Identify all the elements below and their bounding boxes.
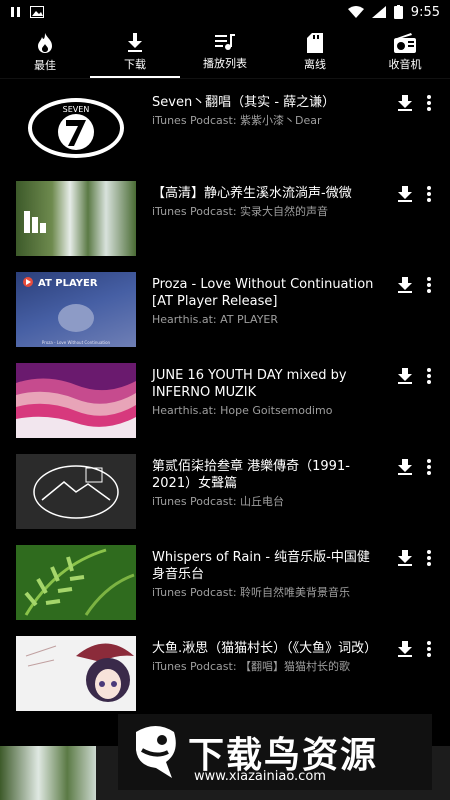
more-options-icon[interactable] xyxy=(422,185,436,203)
more-options-icon[interactable] xyxy=(422,367,436,385)
list-item[interactable]: SEVEN Seven丶翻唱（其实 - 薛之谦） iTunes Podcast:… xyxy=(0,86,450,177)
more-options-icon[interactable] xyxy=(422,458,436,476)
tab-radio[interactable]: 收音机 xyxy=(360,26,450,78)
more-options-icon[interactable] xyxy=(422,94,436,112)
more-options-icon[interactable] xyxy=(422,549,436,567)
more-options-icon[interactable] xyxy=(422,640,436,658)
item-title: 【高清】静心养生溪水流淌声-微微 xyxy=(152,186,352,201)
tab-label: 离线 xyxy=(304,57,326,71)
pause-icon xyxy=(11,7,20,17)
download-icon[interactable] xyxy=(396,640,414,658)
item-subtitle: iTunes Podcast: 实录大自然的声音 xyxy=(152,205,329,218)
download-icon[interactable] xyxy=(396,276,414,294)
thumb-seven-text: SEVEN xyxy=(63,105,90,114)
signal-icon xyxy=(371,6,386,18)
tab-downloads[interactable]: 下载 xyxy=(90,26,180,78)
thumb-atplayer-text: AT PLAYER xyxy=(38,278,98,289)
tab-playlists[interactable]: 播放列表 xyxy=(180,26,270,78)
status-bar: 9:55 xyxy=(0,0,450,24)
radio-icon xyxy=(394,32,416,53)
download-icon[interactable] xyxy=(396,94,414,112)
tab-best[interactable]: 最佳 xyxy=(0,26,90,78)
download-list: SEVEN Seven丶翻唱（其实 - 薛之谦） iTunes Podcast:… xyxy=(0,86,450,723)
item-title: Proza - Love Without Continuation [AT Pl… xyxy=(152,277,374,309)
sd-card-icon xyxy=(307,32,323,53)
clock: 9:55 xyxy=(410,4,440,20)
list-item[interactable]: 大鱼.湫思（猫猫村长）（《大鱼》词改） iTunes Podcast: 【翻唱】… xyxy=(0,632,450,723)
download-icon[interactable] xyxy=(396,549,414,567)
wifi-icon xyxy=(347,6,364,18)
tab-label: 下载 xyxy=(124,57,146,71)
mini-player-thumbnail xyxy=(0,746,96,800)
thumbnail xyxy=(16,636,136,711)
tab-label: 最佳 xyxy=(34,58,56,72)
tab-bar: 最佳 下载 播放列表 离线 收音机 xyxy=(0,26,450,79)
list-item[interactable]: 【高清】静心养生溪水流淌声-微微 iTunes Podcast: 实录大自然的声… xyxy=(0,177,450,268)
image-icon xyxy=(30,6,44,18)
tab-label: 收音机 xyxy=(388,57,422,71)
bird-logo-icon xyxy=(136,726,176,778)
list-item[interactable]: AT PLAYER Proza - Love Without Continuat… xyxy=(0,268,450,359)
download-icon xyxy=(128,32,142,52)
thumbnail: SEVEN xyxy=(16,90,136,165)
download-icon[interactable] xyxy=(396,185,414,203)
thumbnail xyxy=(16,181,136,256)
item-title: JUNE 16 YOUTH DAY mixed by INFERNO MUZIK xyxy=(152,368,347,400)
item-title: Whispers of Rain - 纯音乐版-中国健身音乐台 xyxy=(152,550,370,582)
download-icon[interactable] xyxy=(396,367,414,385)
list-item[interactable]: 第贰佰柒拾叁章 港樂傳奇（1991-2021）女聲篇 iTunes Podcas… xyxy=(0,450,450,541)
item-subtitle: iTunes Podcast: 【翻唱】猫猫村长的歌 xyxy=(152,660,351,673)
thumbnail: AT PLAYER Proza - Love Without Continuat… xyxy=(16,272,136,347)
item-subtitle: Hearthis.at: Hope Goitsemodimo xyxy=(152,404,333,417)
download-icon[interactable] xyxy=(396,458,414,476)
watermark-banner: 下载鸟资源 www.xiazainiao.com xyxy=(118,714,432,790)
item-title: 第贰佰柒拾叁章 港樂傳奇（1991-2021）女聲篇 xyxy=(152,459,350,491)
playlist-icon xyxy=(215,33,235,50)
thumbnail xyxy=(16,363,136,438)
thumbnail xyxy=(16,454,136,529)
list-item[interactable]: JUNE 16 YOUTH DAY mixed by INFERNO MUZIK… xyxy=(0,359,450,450)
tab-label: 播放列表 xyxy=(203,56,247,70)
item-title: 大鱼.湫思（猫猫村长）（《大鱼》词改） xyxy=(152,641,378,656)
list-item[interactable]: Whispers of Rain - 纯音乐版-中国健身音乐台 iTunes P… xyxy=(0,541,450,632)
flame-icon xyxy=(38,32,52,53)
watermark-url: www.xiazainiao.com xyxy=(194,769,326,784)
item-subtitle: iTunes Podcast: 聆听自然唯美背景音乐 xyxy=(152,586,351,599)
item-subtitle: iTunes Podcast: 紫紫小漆丶Dear xyxy=(152,114,322,127)
item-subtitle: Hearthis.at: AT PLAYER xyxy=(152,313,279,326)
tab-offline[interactable]: 离线 xyxy=(270,26,360,78)
item-title: Seven丶翻唱（其实 - 薛之谦） xyxy=(152,95,336,110)
item-subtitle: iTunes Podcast: 山丘电台 xyxy=(152,495,285,508)
thumbnail xyxy=(16,545,136,620)
thumb-proza-text: Proza - Love Without Continuation xyxy=(42,340,111,345)
battery-icon xyxy=(393,5,403,19)
more-options-icon[interactable] xyxy=(422,276,436,294)
